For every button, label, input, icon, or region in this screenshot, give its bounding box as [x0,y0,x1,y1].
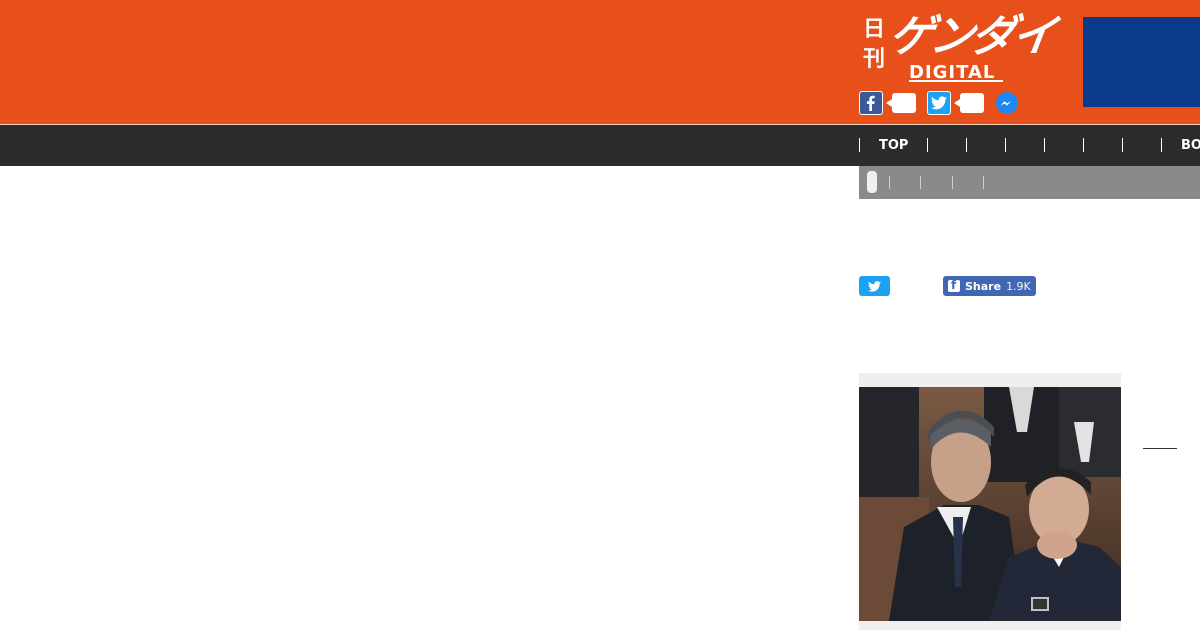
page: 日刊 ゲンダイ DIGITAL TOP BO f Share 1.9K [0,0,1200,630]
facebook-share-count: 1.9K [1006,279,1031,293]
article-photo-card[interactable] [859,373,1121,630]
nav-separator [1083,138,1084,152]
facebook-count-bubble [886,93,916,113]
main-nav: TOP BO [0,125,1200,166]
nav-separator [966,138,967,152]
header-share-row [859,91,1029,115]
nav-separator [1122,138,1123,152]
nav-item-bo[interactable]: BO [1181,125,1200,166]
twitter-share-button[interactable] [859,276,890,296]
sub-nav-handle[interactable] [867,171,877,193]
sub-nav-separator [983,176,984,189]
logo-nikkan: 日刊 [863,16,886,72]
nav-separator [1005,138,1006,152]
site-header: 日刊 ゲンダイ DIGITAL [0,0,1200,124]
sub-nav-separator [952,176,953,189]
messenger-icon[interactable] [995,91,1019,115]
divider-dash [1143,448,1177,449]
sub-nav-separator [920,176,921,189]
logo-underline [909,80,1003,82]
facebook-share-label: Share [965,279,1002,293]
facebook-icon[interactable] [859,91,883,115]
twitter-icon [868,280,881,292]
site-logo[interactable]: 日刊 ゲンダイ DIGITAL [861,11,1057,84]
nav-separator [927,138,928,152]
twitter-count-bubble [954,93,984,113]
article-photo [859,387,1121,621]
facebook-share-button[interactable]: Share 1.9K [943,276,1036,296]
twitter-icon[interactable] [927,91,951,115]
nav-item-top[interactable]: TOP [879,125,908,166]
nav-separator [859,138,860,152]
facebook-icon [948,278,960,292]
logo-gendai: ゲンダイ [885,11,1057,62]
sub-nav-separator [889,176,890,189]
ad-banner[interactable] [1083,17,1200,107]
nav-separator [1161,138,1162,152]
sub-nav [859,166,1200,199]
nav-separator [1044,138,1045,152]
